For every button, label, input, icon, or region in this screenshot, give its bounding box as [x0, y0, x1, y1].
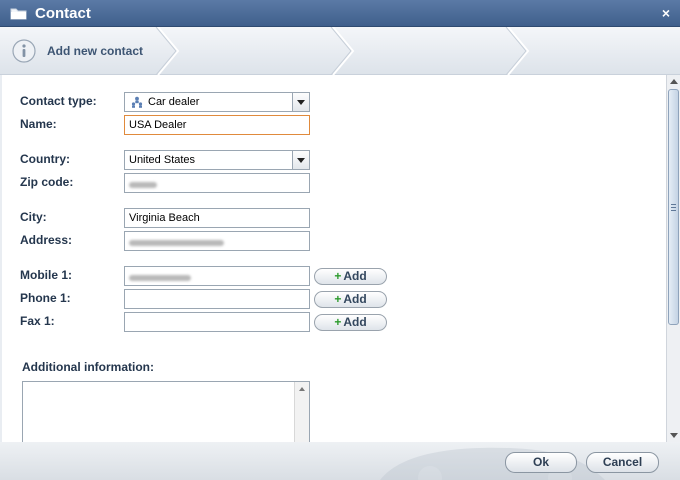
- grip-icon: [671, 204, 676, 211]
- textarea-scrollbar[interactable]: [294, 382, 309, 442]
- zip-code-label: Zip code:: [20, 175, 74, 189]
- fax1-label: Fax 1:: [20, 314, 55, 328]
- add-mobile-button[interactable]: + Add: [314, 268, 387, 285]
- people-icon: [131, 96, 143, 108]
- info-icon: [12, 39, 36, 63]
- city-label: City:: [20, 210, 47, 224]
- country-select[interactable]: United States: [124, 150, 310, 170]
- cancel-button[interactable]: Cancel: [586, 452, 659, 473]
- ok-button[interactable]: Ok: [505, 452, 577, 473]
- redacted-value: [129, 181, 157, 188]
- plus-icon: +: [334, 269, 342, 283]
- window-title: Contact: [35, 5, 91, 22]
- contact-type-label: Contact type:: [20, 94, 97, 108]
- mobile1-field[interactable]: [124, 266, 310, 286]
- scroll-thumb[interactable]: [668, 89, 679, 325]
- add-phone-button[interactable]: + Add: [314, 291, 387, 308]
- dialog-footer: Ok Cancel: [0, 442, 680, 480]
- zip-code-field[interactable]: [124, 173, 310, 193]
- add-label: Add: [343, 315, 367, 329]
- redacted-value: [129, 239, 224, 246]
- phone1-field[interactable]: [124, 289, 310, 309]
- contact-type-select[interactable]: Car dealer: [124, 92, 310, 112]
- country-label: Country:: [20, 152, 70, 166]
- chevron-down-icon[interactable]: [292, 151, 309, 169]
- fax1-field[interactable]: [124, 312, 310, 332]
- additional-info-textarea[interactable]: [22, 381, 310, 442]
- mobile1-label: Mobile 1:: [20, 268, 73, 282]
- address-label: Address:: [20, 233, 73, 247]
- address-field[interactable]: [124, 231, 310, 251]
- contact-type-value: Car dealer: [148, 96, 200, 108]
- scroll-down-icon[interactable]: [670, 433, 678, 438]
- name-label: Name:: [20, 117, 57, 131]
- plus-icon: +: [334, 315, 342, 329]
- phone1-label: Phone 1:: [20, 291, 71, 305]
- plus-icon: +: [334, 292, 342, 306]
- name-field[interactable]: USA Dealer: [124, 115, 310, 135]
- add-label: Add: [343, 269, 367, 283]
- chevron-down-icon[interactable]: [292, 93, 309, 111]
- title-bar: Contact ×: [0, 0, 680, 27]
- form-content: Contact type: Car dealer Name: USA Deale…: [2, 75, 666, 442]
- close-icon[interactable]: ×: [662, 5, 670, 21]
- add-fax-button[interactable]: + Add: [314, 314, 387, 331]
- scroll-up-icon[interactable]: [670, 79, 678, 84]
- city-field[interactable]: Virginia Beach: [124, 208, 310, 228]
- step-add-new-contact: Add new contact: [47, 44, 144, 58]
- additional-info-label: Additional information:: [22, 360, 154, 374]
- country-value: United States: [129, 154, 196, 166]
- wizard-steps: Add new contact: [0, 27, 680, 75]
- redacted-value: [129, 274, 191, 281]
- add-label: Add: [343, 292, 367, 306]
- content-scrollbar[interactable]: [666, 75, 680, 442]
- folder-icon: [10, 8, 27, 20]
